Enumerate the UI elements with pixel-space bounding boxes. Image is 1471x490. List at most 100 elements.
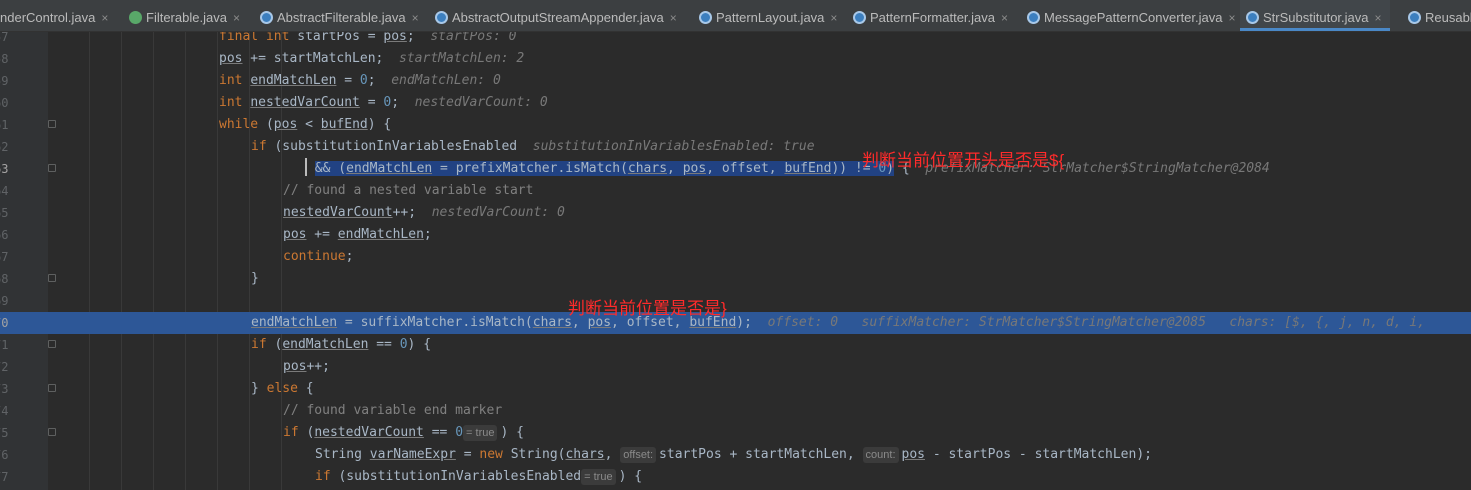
class-icon xyxy=(699,11,712,24)
code-text: continue; xyxy=(283,246,353,268)
code-line-69[interactable]: 69 xyxy=(0,290,1471,312)
code-line-72[interactable]: 72 pos++; xyxy=(0,356,1471,378)
code-token: if xyxy=(315,469,339,484)
editor-tab-bar: nderControl.java × Filterable.java × Abstrac… xyxy=(0,0,1471,32)
code-token: endMatchLen xyxy=(250,73,337,88)
code-line-77[interactable]: 77 if (substitutionInVariablesEnabled= tr… xyxy=(0,466,1471,488)
code-token: , xyxy=(667,161,683,176)
code-line-74[interactable]: 74 // found variable end marker xyxy=(0,400,1471,422)
close-tab-icon[interactable]: × xyxy=(830,11,837,25)
code-line-70[interactable]: 70 endMatchLen = suffixMatcher.isMatch(ch… xyxy=(0,312,1471,334)
close-tab-icon[interactable]: × xyxy=(1375,11,1382,25)
fold-marker-icon[interactable] xyxy=(48,340,56,348)
inline-debug-value: endMatchLen: 0 xyxy=(391,73,501,88)
code-token: // found a nested variable start xyxy=(283,183,534,198)
code-line-67[interactable]: 67 continue; xyxy=(0,246,1471,268)
code-token: ; xyxy=(423,227,432,242)
close-tab-icon[interactable]: × xyxy=(670,11,677,25)
tab-filterable[interactable]: Filterable.java × xyxy=(123,0,248,31)
close-tab-icon[interactable]: × xyxy=(1001,11,1008,25)
code-token: chars xyxy=(627,161,668,176)
tab-label: Filterable.java xyxy=(146,10,227,25)
code-line-68[interactable]: 68} xyxy=(0,268,1471,290)
code-token: if xyxy=(251,337,275,352)
code-token: = prefixMatcher.isMatch( xyxy=(432,161,628,176)
code-line-59[interactable]: 59 int endMatchLen = 0; endMatchLen: 0 xyxy=(0,70,1471,92)
tab-label: AbstractFilterable.java xyxy=(277,10,406,25)
tab-reusable[interactable]: Reusable xyxy=(1402,0,1471,31)
code-line-62[interactable]: 62 if (substitutionInVariablesEnabled sub… xyxy=(0,136,1471,158)
close-tab-icon[interactable]: × xyxy=(412,11,419,25)
code-line-63[interactable]: 63 && (endMatchLen = prefixMatcher.isMat… xyxy=(0,158,1471,180)
line-number: 72 xyxy=(0,360,9,374)
tab-abstractfilterable[interactable]: AbstractFilterable.java × xyxy=(254,0,427,31)
code-line-65[interactable]: 65 nestedVarCount++; nestedVarCount: 0 xyxy=(0,202,1471,224)
code-token: 0 xyxy=(455,425,464,440)
code-token: { xyxy=(305,381,314,396)
class-icon xyxy=(435,11,448,24)
code-token: pos xyxy=(901,447,925,462)
code-token: } xyxy=(251,381,267,396)
tab-abstractoutputstreamappender[interactable]: AbstractOutputStreamAppender.java × xyxy=(429,0,685,31)
code-text: final int startPos = pos; startPos: 0 xyxy=(219,32,516,48)
code-token: continue xyxy=(283,249,346,264)
code-token: nestedVarCount xyxy=(314,425,424,440)
tab-patternformatter[interactable]: PatternFormatter.java × xyxy=(847,0,1016,31)
code-line-64[interactable]: 64 // found a nested variable start xyxy=(0,180,1471,202)
close-tab-icon[interactable]: × xyxy=(233,11,240,25)
code-text: // found a nested variable start xyxy=(283,180,533,202)
text-caret xyxy=(305,158,307,176)
code-token: new xyxy=(479,447,511,462)
tab-patternlayout[interactable]: PatternLayout.java × xyxy=(693,0,845,31)
code-text: endMatchLen = suffixMatcher.isMatch(char… xyxy=(251,312,1433,334)
tab-label: PatternLayout.java xyxy=(716,10,825,25)
inline-debug-value: offset: 0 suffixMatcher: StrMatcher$Stri… xyxy=(767,315,1433,330)
code-editor[interactable]: 57final int startPos = pos; startPos: 05… xyxy=(0,32,1471,490)
code-line-61[interactable]: 61 while (pos < bufEnd) { xyxy=(0,114,1471,136)
class-icon xyxy=(1408,11,1421,24)
line-number: 74 xyxy=(0,404,9,418)
code-token: if xyxy=(283,425,307,440)
code-token: < xyxy=(297,117,321,132)
code-line-73[interactable]: 73} else { xyxy=(0,378,1471,400)
code-text: int nestedVarCount = 0; nestedVarCount: … xyxy=(219,92,548,114)
inline-debug-value: nestedVarCount: 0 xyxy=(431,205,565,220)
annotation-prefix-check: 判断当前位置开头是否是${ xyxy=(862,151,1065,170)
fold-marker-icon[interactable] xyxy=(48,428,56,436)
close-tab-icon[interactable]: × xyxy=(1228,11,1235,25)
inline-debug-value: startMatchLen: 2 xyxy=(399,51,525,66)
code-token: startPos + startMatchLen, xyxy=(659,447,863,462)
line-number: 67 xyxy=(0,250,9,264)
code-token: 0 xyxy=(399,337,408,352)
code-token: varNameExpr xyxy=(369,447,456,462)
code-token: ) { xyxy=(500,425,524,440)
code-token: chars xyxy=(532,315,572,330)
code-token: ; xyxy=(406,32,431,44)
code-line-76[interactable]: 76 String varNameExpr = new String(chars,… xyxy=(0,444,1471,466)
line-number: 66 xyxy=(0,228,9,242)
fold-marker-icon[interactable] xyxy=(48,274,56,282)
code-token: (substitutionInVariablesEnabled xyxy=(274,139,533,154)
code-line-60[interactable]: 60 int nestedVarCount = 0; nestedVarCount… xyxy=(0,92,1471,114)
fold-marker-icon[interactable] xyxy=(48,384,56,392)
code-line-75[interactable]: 75 if (nestedVarCount == 0= true) { xyxy=(0,422,1471,444)
tab-label: nderControl.java xyxy=(0,10,96,25)
fold-marker-icon[interactable] xyxy=(48,120,56,128)
code-line-66[interactable]: 66 pos += endMatchLen; xyxy=(0,224,1471,246)
code-text: if (substitutionInVariablesEnabled subst… xyxy=(251,136,815,158)
code-token: startPos = xyxy=(297,32,384,44)
code-text: int endMatchLen = 0; endMatchLen: 0 xyxy=(219,70,501,92)
tab-messagepatternconverter[interactable]: MessagePatternConverter.java × xyxy=(1021,0,1244,31)
code-token: pos xyxy=(682,161,707,176)
code-line-57[interactable]: 57 final int startPos = pos; startPos: 0 xyxy=(0,32,1471,48)
parameter-hint: = true xyxy=(463,425,498,441)
tab-strsubstitutor[interactable]: StrSubstitutor.java × xyxy=(1240,0,1390,31)
tab-ndercontrol[interactable]: nderControl.java × xyxy=(0,0,116,31)
tab-label: Reusable xyxy=(1425,10,1471,25)
close-tab-icon[interactable]: × xyxy=(101,11,108,25)
code-line-71[interactable]: 71 if (endMatchLen == 0) { xyxy=(0,334,1471,356)
code-token: += startMatchLen; xyxy=(242,51,400,66)
code-token: } xyxy=(251,271,259,286)
code-line-58[interactable]: 58 pos += startMatchLen; startMatchLen: 2 xyxy=(0,48,1471,70)
fold-marker-icon[interactable] xyxy=(48,164,56,172)
